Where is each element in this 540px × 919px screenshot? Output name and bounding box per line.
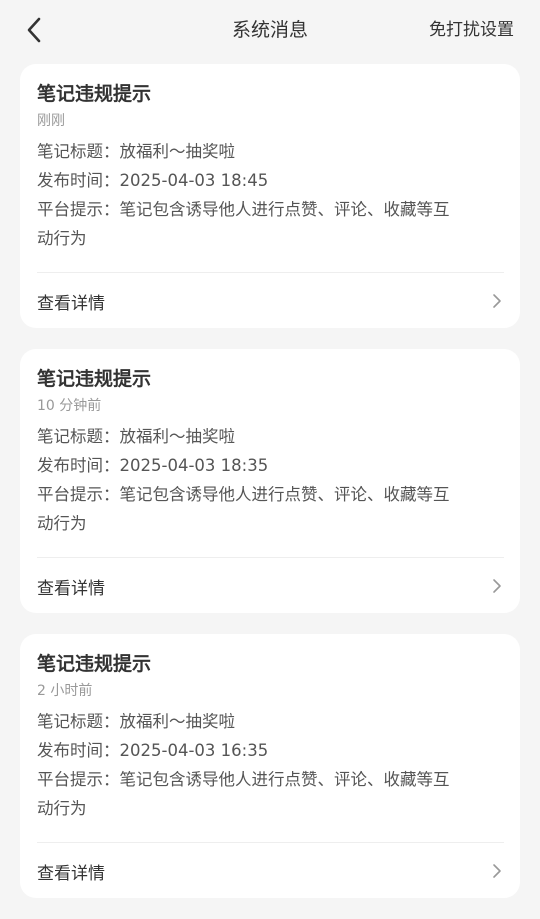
chevron-right-icon bbox=[490, 294, 504, 308]
message-card: 笔记违规提示 2 小时前 笔记标题：放福利～抽奖啦 发布时间：2025-04-0… bbox=[20, 634, 520, 898]
message-body: 笔记标题：放福利～抽奖啦 发布时间：2025-04-03 16:35 平台提示：… bbox=[37, 707, 504, 823]
view-details-label: 查看详情 bbox=[37, 863, 105, 884]
platform-tip-line: 平台提示：笔记包含诱导他人进行点赞、评论、收藏等互 bbox=[37, 200, 450, 219]
message-title: 笔记违规提示 bbox=[37, 83, 152, 105]
message-body: 笔记标题：放福利～抽奖啦 发布时间：2025-04-03 18:35 平台提示：… bbox=[37, 422, 504, 538]
header-bar: 系统消息 免打扰设置 bbox=[0, 0, 540, 60]
chevron-right-icon bbox=[490, 864, 504, 878]
message-list: 笔记违规提示 刚刚 笔记标题：放福利～抽奖啦 发布时间：2025-04-03 1… bbox=[20, 64, 520, 919]
view-details-link[interactable]: 查看详情 bbox=[37, 284, 504, 318]
view-details-label: 查看详情 bbox=[37, 578, 105, 599]
platform-tip-line: 平台提示：笔记包含诱导他人进行点赞、评论、收藏等互 bbox=[37, 485, 450, 504]
message-time: 10 分钟前 bbox=[37, 398, 102, 414]
message-title: 笔记违规提示 bbox=[37, 653, 152, 675]
note-title-line: 笔记标题：放福利～抽奖啦 bbox=[37, 142, 235, 161]
message-card: 笔记违规提示 10 分钟前 笔记标题：放福利～抽奖啦 发布时间：2025-04-… bbox=[20, 349, 520, 613]
divider bbox=[37, 557, 504, 558]
platform-tip-line-continued: 动行为 bbox=[37, 514, 87, 533]
view-details-label: 查看详情 bbox=[37, 293, 105, 314]
platform-tip-line-continued: 动行为 bbox=[37, 229, 87, 248]
message-body: 笔记标题：放福利～抽奖啦 发布时间：2025-04-03 18:45 平台提示：… bbox=[37, 137, 504, 253]
message-title: 笔记违规提示 bbox=[37, 368, 152, 390]
note-title-line: 笔记标题：放福利～抽奖啦 bbox=[37, 712, 235, 731]
view-details-link[interactable]: 查看详情 bbox=[37, 854, 504, 888]
platform-tip-line-continued: 动行为 bbox=[37, 799, 87, 818]
message-card: 笔记违规提示 刚刚 笔记标题：放福利～抽奖啦 发布时间：2025-04-03 1… bbox=[20, 64, 520, 328]
publish-time-line: 发布时间：2025-04-03 18:45 bbox=[37, 171, 269, 190]
divider bbox=[37, 842, 504, 843]
note-title-line: 笔记标题：放福利～抽奖啦 bbox=[37, 427, 235, 446]
publish-time-line: 发布时间：2025-04-03 16:35 bbox=[37, 741, 269, 760]
chevron-right-icon bbox=[490, 579, 504, 593]
publish-time-line: 发布时间：2025-04-03 18:35 bbox=[37, 456, 269, 475]
platform-tip-line: 平台提示：笔记包含诱导他人进行点赞、评论、收藏等互 bbox=[37, 770, 450, 789]
do-not-disturb-settings-button[interactable]: 免打扰设置 bbox=[429, 16, 514, 44]
divider bbox=[37, 272, 504, 273]
view-details-link[interactable]: 查看详情 bbox=[37, 569, 504, 603]
message-time: 刚刚 bbox=[37, 113, 65, 129]
message-time: 2 小时前 bbox=[37, 683, 93, 699]
